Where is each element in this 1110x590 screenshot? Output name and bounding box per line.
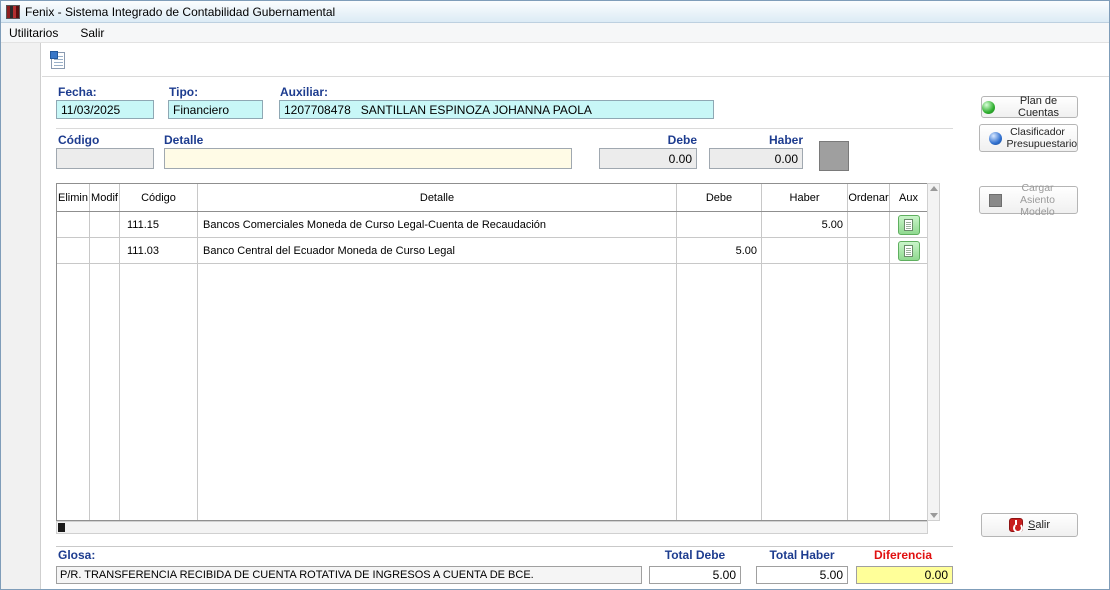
debe-entry-label: Debe <box>599 133 697 147</box>
total-haber-label: Total Haber <box>752 548 852 562</box>
haber-entry-label: Haber <box>709 133 803 147</box>
auxiliar-field[interactable]: 1207708478 SANTILLAN ESPINOZA JOHANNA PA… <box>279 100 714 119</box>
fecha-field[interactable]: 11/03/2025 <box>56 100 154 119</box>
col-header-modif: Modif <box>90 184 120 211</box>
col-header-detalle: Detalle <box>198 184 677 211</box>
entry-action-button[interactable] <box>819 141 849 171</box>
cell-modif[interactable] <box>90 238 120 263</box>
salir-label: Salir <box>1028 519 1050 531</box>
table-header-row: Elimin Modif Código Detalle Debe Haber O… <box>57 184 927 212</box>
total-haber-value: 5.00 <box>756 566 848 584</box>
tipo-field[interactable]: Financiero <box>168 100 263 119</box>
clasificador-label: Clasificador Presupuestario <box>1007 126 1069 150</box>
col-header-aux: Aux <box>890 184 927 211</box>
haber-entry-input[interactable]: 0.00 <box>709 148 803 169</box>
new-document-icon <box>51 52 65 69</box>
table-row[interactable]: 111.15 Bancos Comerciales Moneda de Curs… <box>57 212 927 238</box>
blue-sphere-icon <box>989 132 1002 145</box>
title-bar: Fenix - Sistema Integrado de Contabilida… <box>1 1 1109 23</box>
fecha-label: Fecha: <box>58 85 97 99</box>
cell-modif[interactable] <box>90 212 120 237</box>
tipo-label: Tipo: <box>169 85 198 99</box>
auxiliar-label: Auxiliar: <box>280 85 328 99</box>
col-header-debe: Debe <box>677 184 762 211</box>
aux-document-icon <box>904 219 913 231</box>
aux-button[interactable] <box>898 241 920 261</box>
cell-elimin[interactable] <box>57 238 90 263</box>
scroll-down-icon[interactable] <box>930 513 938 518</box>
new-document-button[interactable] <box>47 49 69 71</box>
cell-codigo: 111.03 <box>120 238 198 263</box>
diferencia-value: 0.00 <box>856 566 953 584</box>
aux-document-icon <box>904 245 913 257</box>
vertical-scrollbar[interactable] <box>927 183 940 521</box>
horizontal-scrollbar[interactable] <box>56 521 928 534</box>
debe-entry-input[interactable]: 0.00 <box>599 148 697 169</box>
cell-detalle: Bancos Comerciales Moneda de Curso Legal… <box>198 212 677 237</box>
total-debe-value: 5.00 <box>649 566 741 584</box>
app-window: Fenix - Sistema Integrado de Contabilida… <box>0 0 1110 590</box>
main-area: Fecha: Tipo: Auxiliar: 11/03/2025 Financ… <box>1 43 1109 589</box>
cell-ordenar[interactable] <box>848 212 890 237</box>
col-header-haber: Haber <box>762 184 848 211</box>
window-title: Fenix - Sistema Integrado de Contabilida… <box>25 1 335 23</box>
cell-detalle: Banco Central del Ecuador Moneda de Curs… <box>198 238 677 263</box>
clasificador-presupuestario-button[interactable]: Clasificador Presupuestario <box>979 124 1078 152</box>
gray-square-icon <box>989 194 1002 207</box>
footer-separator <box>56 546 953 547</box>
app-icon <box>6 5 20 19</box>
cell-haber: 5.00 <box>762 212 848 237</box>
cargar-asiento-modelo-button: Cargar Asiento Modelo <box>979 186 1078 214</box>
cell-aux <box>890 212 927 237</box>
table-empty-area <box>57 264 927 520</box>
cell-aux <box>890 238 927 263</box>
codigo-entry-input[interactable] <box>56 148 154 169</box>
salir-button[interactable]: Salir <box>981 513 1078 537</box>
entries-table: Elimin Modif Código Detalle Debe Haber O… <box>56 183 928 521</box>
glosa-label: Glosa: <box>58 548 95 562</box>
toolbar-separator <box>42 76 1109 77</box>
col-header-ordenar: Ordenar <box>848 184 890 211</box>
detalle-entry-input[interactable] <box>164 148 572 169</box>
cell-codigo: 111.15 <box>120 212 198 237</box>
cell-debe: 5.00 <box>677 238 762 263</box>
horizontal-scroll-thumb[interactable] <box>58 523 65 532</box>
menu-utilitarios[interactable]: Utilitarios <box>9 24 66 42</box>
cell-haber <box>762 238 848 263</box>
form-separator <box>56 128 953 129</box>
total-debe-label: Total Debe <box>645 548 745 562</box>
col-header-codigo: Código <box>120 184 198 211</box>
plan-de-cuentas-label: Plan de Cuentas <box>1000 95 1077 119</box>
cargar-asiento-label: Cargar Asiento Modelo <box>1007 182 1069 218</box>
col-header-elimin: Elimin <box>57 184 90 211</box>
aux-button[interactable] <box>898 215 920 235</box>
menu-bar: Utilitarios Salir <box>1 23 1109 43</box>
menu-salir[interactable]: Salir <box>80 24 112 42</box>
plan-de-cuentas-button[interactable]: Plan de Cuentas <box>981 96 1078 118</box>
table-row[interactable]: 111.03 Banco Central del Ecuador Moneda … <box>57 238 927 264</box>
cell-debe <box>677 212 762 237</box>
left-panel <box>1 43 41 589</box>
diferencia-label: Diferencia <box>853 548 953 562</box>
scroll-up-icon[interactable] <box>930 186 938 191</box>
detalle-entry-label: Detalle <box>164 133 203 147</box>
codigo-entry-label: Código <box>58 133 99 147</box>
cell-elimin[interactable] <box>57 212 90 237</box>
cell-ordenar[interactable] <box>848 238 890 263</box>
power-icon <box>1009 518 1023 532</box>
green-sphere-icon <box>982 101 995 114</box>
glosa-input[interactable]: P/R. TRANSFERENCIA RECIBIDA DE CUENTA RO… <box>56 566 642 584</box>
